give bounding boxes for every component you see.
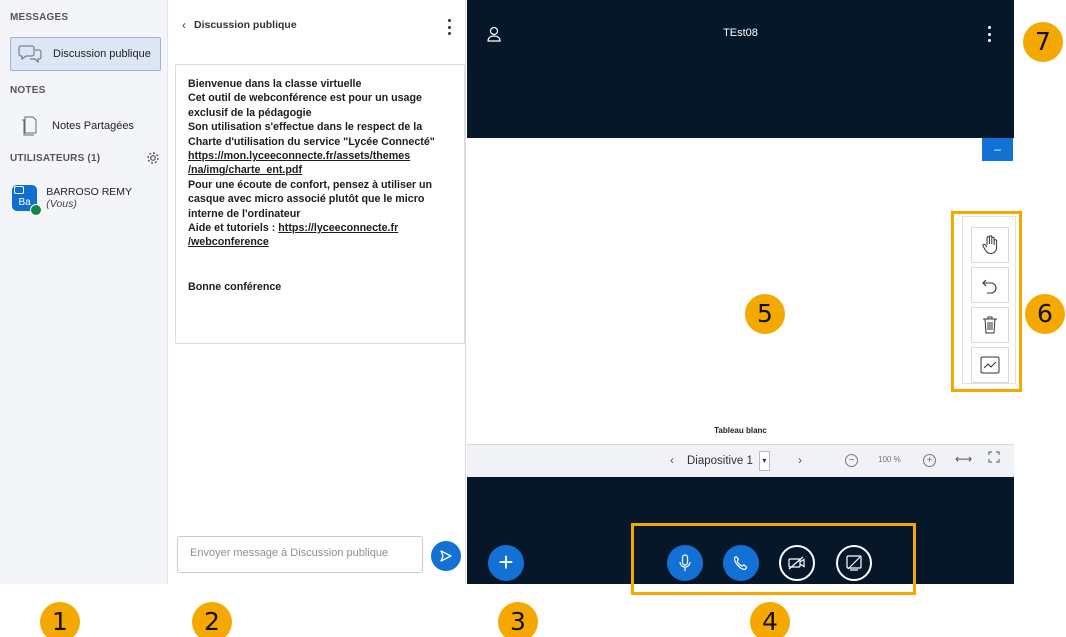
help-line: Aide et tutoriels : https://lyceeconnect… bbox=[188, 221, 454, 235]
charter-link[interactable]: /na/img/charte_ent.pdf bbox=[188, 163, 454, 177]
sidebar-item-public-chat[interactable]: Discussion publique bbox=[10, 37, 161, 71]
slide-select-value: Diapositive 1 bbox=[687, 455, 753, 467]
presentation-controls-bar: ‹ Diapositive 1 ▾ › − 100 % + ⟷ bbox=[467, 444, 1014, 477]
chat-options-kebab-icon[interactable] bbox=[448, 19, 452, 35]
send-icon bbox=[440, 550, 452, 562]
chevron-left-icon[interactable]: ‹ bbox=[182, 18, 186, 32]
welcome-line: exclusif de la pédagogie bbox=[188, 106, 312, 119]
zoom-level: 100 % bbox=[878, 455, 901, 464]
avatar: Ba bbox=[12, 185, 43, 216]
messages-section-title: MESSAGES bbox=[10, 12, 69, 23]
welcome-line: interne de l'ordinateur bbox=[188, 207, 301, 220]
send-button[interactable] bbox=[431, 541, 461, 571]
fullscreen-button[interactable] bbox=[988, 451, 1000, 466]
chevron-down-icon[interactable]: ▾ bbox=[758, 451, 770, 471]
minimize-presentation-button[interactable]: – bbox=[982, 138, 1013, 161]
fit-to-width-button[interactable]: ⟷ bbox=[955, 452, 972, 466]
slide-select[interactable]: Diapositive 1 ▾ bbox=[687, 451, 770, 471]
notes-section-title: NOTES bbox=[10, 85, 46, 96]
welcome-line: Charte d'utilisation du service "Lycée C… bbox=[188, 135, 435, 148]
user-list-item[interactable]: Ba BARROSO REMY (Vous) bbox=[12, 180, 162, 216]
charter-link[interactable]: https://mon.lyceeconnecte.fr/assets/them… bbox=[188, 149, 454, 163]
chat-header[interactable]: ‹ Discussion publique bbox=[182, 18, 297, 32]
sidebar-item-label: Notes Partagées bbox=[52, 120, 134, 132]
next-slide-button[interactable]: › bbox=[798, 453, 802, 467]
options-kebab-icon[interactable] bbox=[988, 26, 992, 42]
annotation-badge-3: 3 bbox=[498, 602, 538, 637]
user-you-label: (Vous) bbox=[46, 198, 77, 210]
presenter-icon bbox=[14, 186, 24, 194]
actions-plus-button[interactable]: + bbox=[488, 545, 524, 581]
document-icon bbox=[16, 115, 42, 137]
presentation-area: TEst08 – Tableau blanc ‹ Diapositive 1 ▾… bbox=[467, 0, 1016, 584]
user-name: BARROSO REMY (Vous) bbox=[46, 186, 162, 210]
public-chat-panel: ‹ Discussion publique Bienvenue dans la … bbox=[168, 0, 466, 584]
toolbar-highlight-box bbox=[951, 211, 1022, 392]
welcome-line: Pour une écoute de confort, pensez à uti… bbox=[188, 178, 433, 191]
help-link[interactable]: https://lyceeconnecte.fr bbox=[278, 222, 398, 234]
annotation-badge-5: 5 bbox=[745, 294, 785, 334]
microphone-status-icon bbox=[30, 204, 43, 216]
sidebar-item-label: Discussion publique bbox=[53, 48, 151, 60]
welcome-message: Bienvenue dans la classe virtuelle Cet o… bbox=[175, 64, 465, 344]
controls-highlight-box bbox=[631, 523, 916, 595]
gear-icon[interactable] bbox=[146, 151, 160, 165]
welcome-line: Bienvenue dans la classe virtuelle bbox=[188, 78, 362, 90]
meeting-title: TEst08 bbox=[723, 27, 758, 39]
annotation-badge-6: 6 bbox=[1025, 294, 1065, 334]
help-link[interactable]: /webconference bbox=[188, 235, 454, 249]
slide-caption: Tableau blanc bbox=[714, 426, 767, 435]
users-section-title: UTILISATEURS (1) bbox=[10, 153, 101, 164]
welcome-line: casque avec micro associé plutôt que le … bbox=[188, 193, 425, 206]
chat-bubbles-icon bbox=[17, 43, 43, 65]
annotation-badge-7: 7 bbox=[1023, 22, 1063, 62]
previous-slide-button[interactable]: ‹ bbox=[670, 453, 674, 467]
welcome-line: Cet outil de webconférence est pour un u… bbox=[188, 92, 422, 105]
chat-title: Discussion publique bbox=[194, 19, 297, 31]
user-list-sidebar: MESSAGES Discussion publique NOTES Notes… bbox=[0, 0, 168, 584]
annotation-badge-4: 4 bbox=[750, 602, 790, 637]
chat-message-input[interactable]: Envoyer message à Discussion publique bbox=[177, 536, 423, 573]
annotation-badge-1: 1 bbox=[40, 602, 80, 637]
user-name-text: BARROSO REMY bbox=[46, 186, 132, 198]
whiteboard-slide[interactable] bbox=[467, 138, 1014, 444]
closing-line: Bonne conférence bbox=[188, 280, 282, 293]
sidebar-item-shared-notes[interactable]: Notes Partagées bbox=[10, 109, 161, 143]
zoom-out-button[interactable]: − bbox=[845, 454, 858, 467]
annotation-badge-2: 2 bbox=[192, 602, 232, 637]
help-prefix: Aide et tutoriels : bbox=[188, 222, 279, 235]
fullscreen-icon bbox=[988, 451, 1000, 463]
welcome-line: Son utilisation s'effectue dans le respe… bbox=[188, 121, 423, 134]
zoom-in-button[interactable]: + bbox=[923, 454, 936, 467]
avatar-initials: Ba bbox=[18, 197, 31, 208]
